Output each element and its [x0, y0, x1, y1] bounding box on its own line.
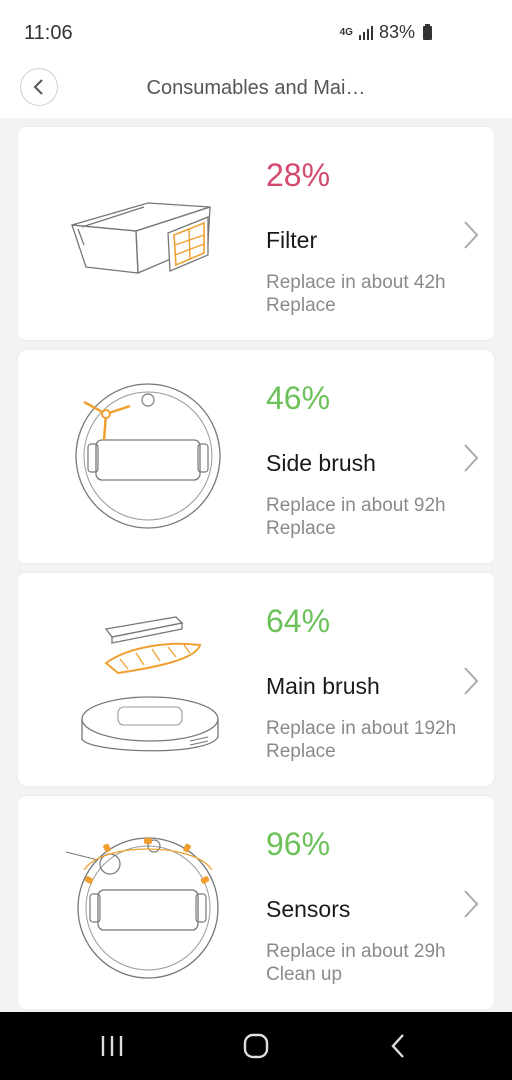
filter-name: Filter — [266, 227, 318, 253]
main-brush-name: Main brush — [266, 673, 380, 699]
chevron-right-icon — [464, 667, 479, 695]
main-brush-icon — [81, 616, 219, 752]
filter-percent: 28% — [266, 157, 331, 193]
sensors-icon — [65, 837, 219, 979]
signal-icon — [358, 25, 373, 40]
sensors-name: Sensors — [266, 896, 351, 922]
filter-action: Replace — [266, 295, 336, 316]
back-nav-button[interactable] — [378, 1030, 418, 1062]
filter-icon — [71, 202, 211, 274]
side-brush-percent: 46% — [266, 380, 331, 416]
sensors-remaining: Replace in about 29h — [266, 941, 446, 962]
filter-remaining: Replace in about 42h — [266, 272, 446, 293]
side-brush-name: Side brush — [266, 450, 376, 476]
recent-apps-button[interactable] — [92, 1030, 132, 1062]
home-button[interactable] — [236, 1030, 276, 1062]
side-brush-action: Replace — [266, 518, 336, 539]
chevron-right-icon — [464, 444, 479, 472]
status-indicators: 4G 83% — [340, 22, 432, 43]
battery-percent: 83% — [378, 22, 415, 42]
consumable-card-side-brush[interactable]: 46% Side brush Replace in about 92h Repl… — [18, 350, 494, 563]
header: Consumables and Mai… — [0, 64, 512, 118]
network-type: 4G — [339, 27, 353, 38]
main-brush-percent: 64% — [266, 603, 331, 639]
chevron-right-icon — [464, 890, 479, 918]
battery-icon — [423, 23, 432, 40]
consumable-card-main-brush[interactable]: 64% Main brush Replace in about 192h Rep… — [18, 573, 494, 786]
recent-apps-icon — [101, 1036, 123, 1056]
sensors-percent: 96% — [266, 826, 331, 862]
consumable-card-filter[interactable]: 28% Filter Replace in about 42h Replace — [18, 127, 494, 340]
status-bar: 11:06 4G 83% — [0, 0, 512, 64]
status-time: 11:06 — [24, 22, 73, 44]
navigation-bar — [0, 1012, 512, 1080]
chevron-right-icon — [464, 221, 479, 249]
consumables-list: 28% Filter Replace in about 42h Replace … — [18, 127, 494, 1019]
consumable-card-sensors[interactable]: 96% Sensors Replace in about 29h Clean u… — [18, 796, 494, 1009]
back-icon — [391, 1034, 404, 1058]
main-brush-action: Replace — [266, 741, 336, 762]
page-title: Consumables and Mai… — [146, 77, 366, 99]
side-brush-remaining: Replace in about 92h — [266, 495, 446, 516]
home-icon — [243, 1033, 269, 1059]
sensors-action: Clean up — [266, 964, 343, 985]
side-brush-icon — [75, 383, 221, 529]
main-brush-remaining: Replace in about 192h — [266, 718, 457, 739]
